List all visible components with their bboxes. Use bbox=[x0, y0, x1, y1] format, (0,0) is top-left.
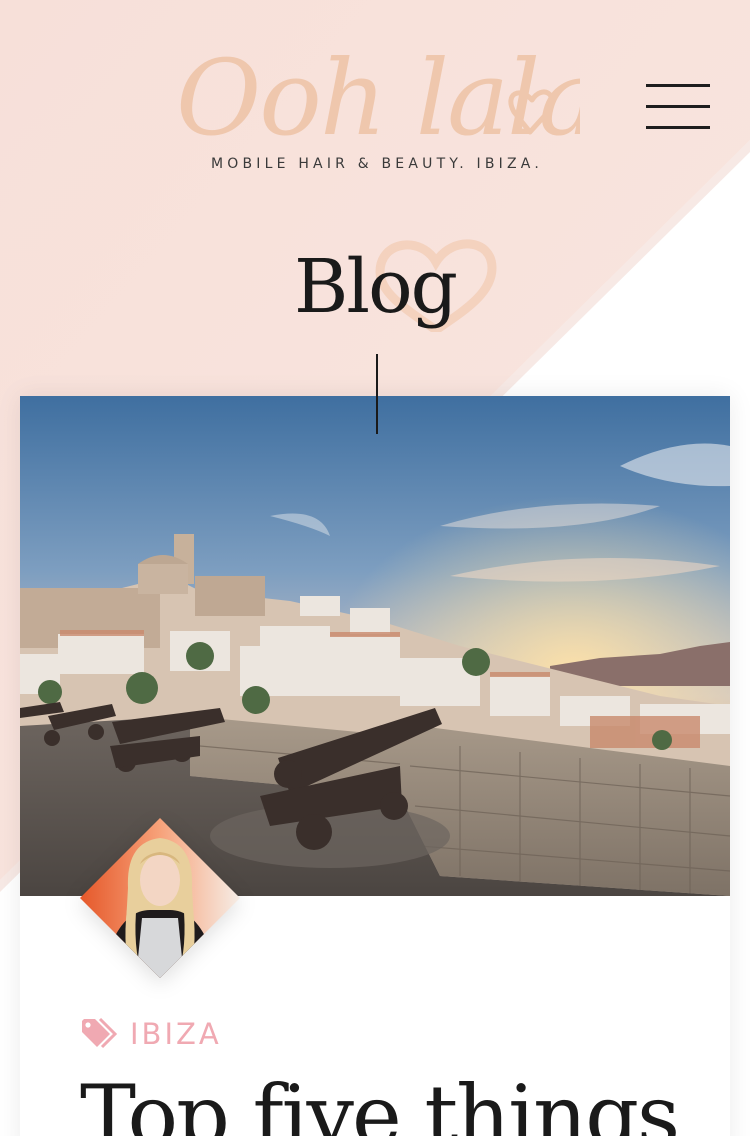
menu-bar-bottom bbox=[646, 126, 710, 129]
logo-wordmark: Ooh lala bbox=[176, 37, 600, 159]
title-divider-line bbox=[376, 354, 378, 434]
menu-bar-middle bbox=[646, 105, 710, 108]
page-title: Blog bbox=[294, 244, 458, 330]
post-category-link[interactable]: IBIZA bbox=[80, 1016, 222, 1052]
post-category-label: IBIZA bbox=[130, 1017, 222, 1051]
tag-icon bbox=[82, 1017, 118, 1049]
brand-tagline: MOBILE HAIR & BEAUTY. IBIZA. bbox=[211, 156, 543, 172]
menu-bar-top bbox=[646, 84, 710, 87]
brand-logo[interactable]: Ooh lala bbox=[170, 28, 600, 159]
post-title-link[interactable]: Top five things bbox=[80, 1068, 720, 1136]
page: Ooh lala MOBILE HAIR & BEAUTY. IBIZA. Bl… bbox=[0, 0, 750, 1136]
author-avatar[interactable] bbox=[80, 818, 240, 978]
hamburger-menu-button[interactable] bbox=[644, 84, 712, 132]
